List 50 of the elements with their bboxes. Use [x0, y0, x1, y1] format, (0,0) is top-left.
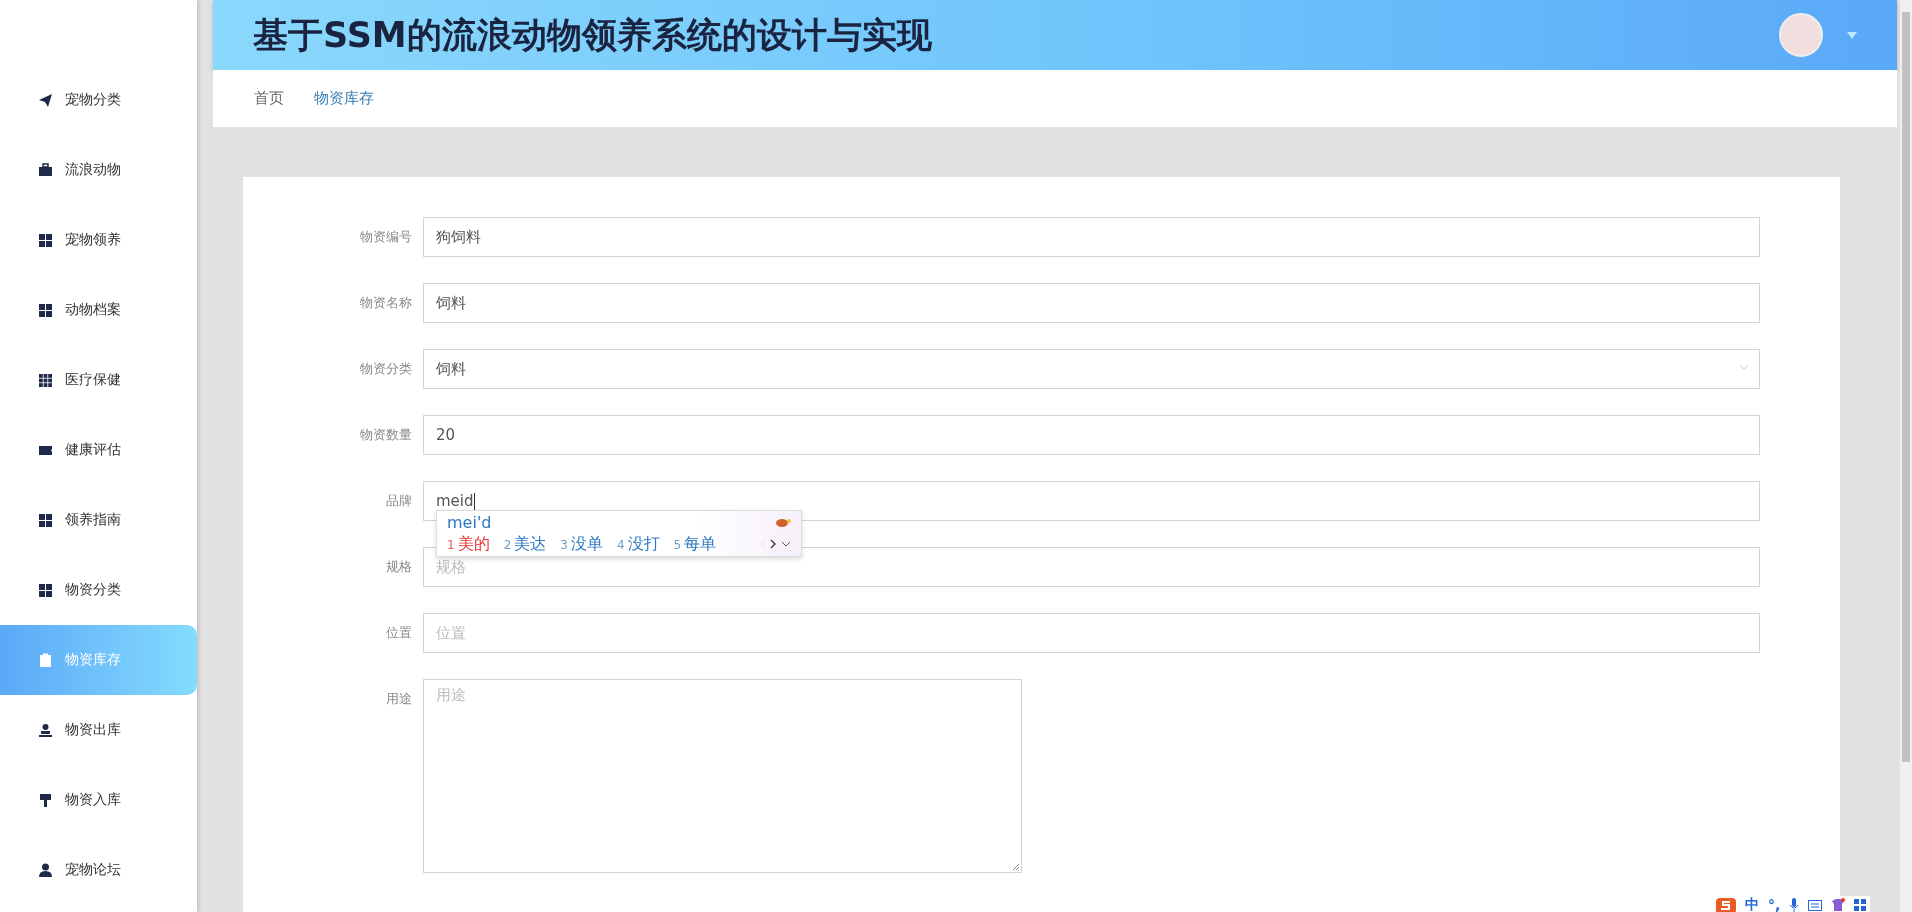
- chevron-icon: [1739, 364, 1749, 370]
- select-field[interactable]: 饲料: [423, 349, 1760, 389]
- field-label: 品牌: [385, 492, 413, 510]
- grid-icon: [38, 372, 53, 388]
- user-icon: [38, 862, 53, 878]
- scrollbar[interactable]: [1900, 0, 1912, 912]
- grid-icon: [38, 302, 53, 318]
- microphone-icon[interactable]: [1789, 898, 1800, 912]
- breadcrumb-link[interactable]: 物资库存: [314, 89, 374, 108]
- ime-mode[interactable]: 中: [1745, 896, 1759, 912]
- field-label: 物资编号: [359, 228, 413, 246]
- field-label: 位置: [385, 624, 413, 642]
- sidebar-item[interactable]: 宠物分类: [0, 65, 197, 135]
- next-page-icon[interactable]: [770, 539, 777, 549]
- keyboard-icon[interactable]: [1808, 899, 1823, 911]
- grid-icon: [38, 582, 53, 598]
- input-field[interactable]: 20: [423, 415, 1760, 455]
- sidebar-item[interactable]: 宠物论坛: [0, 835, 197, 905]
- plane-icon: [38, 92, 53, 108]
- field-label: 物资名称: [359, 294, 413, 312]
- apps-icon[interactable]: [1854, 899, 1867, 911]
- resize-grip-icon[interactable]: [1012, 863, 1020, 871]
- sidebar-item[interactable]: 医疗保健: [0, 345, 197, 415]
- grid-icon: [38, 232, 53, 248]
- breadcrumb-link[interactable]: 首页: [254, 89, 284, 108]
- ime-composition: mei'd: [447, 513, 492, 532]
- ime-logo-icon[interactable]: [1716, 896, 1736, 912]
- ime-punctuation[interactable]: °,: [1768, 897, 1781, 912]
- briefcase-icon: [38, 162, 53, 178]
- page-title: 基于SSM的流浪动物领养系统的设计与实现: [253, 13, 933, 57]
- sidebar-item[interactable]: 流浪动物: [0, 135, 197, 205]
- clipboard-icon: [38, 652, 53, 668]
- sidebar-item[interactable]: 物资入库: [0, 765, 197, 835]
- sidebar-item[interactable]: 宠物领养: [0, 205, 197, 275]
- sidebar-item[interactable]: 领养指南: [0, 485, 197, 555]
- sidebar-item[interactable]: 健康评估: [0, 415, 197, 485]
- expand-icon[interactable]: [781, 539, 791, 549]
- grid-icon: [38, 512, 53, 528]
- input-field[interactable]: 饲料: [423, 283, 1760, 323]
- sidebar-item[interactable]: 物资出库: [0, 695, 197, 765]
- field-label: 物资分类: [359, 360, 413, 378]
- sidebar-item[interactable]: 动物档案: [0, 275, 197, 345]
- shirt-icon[interactable]: [1831, 898, 1846, 912]
- roller-icon: [38, 792, 53, 808]
- field-label: 用途: [385, 690, 413, 708]
- sidebar-item[interactable]: 物资分类: [0, 555, 197, 625]
- field-label: 物资数量: [359, 426, 413, 444]
- field-label: 规格: [385, 558, 413, 576]
- input-field[interactable]: 狗饲料: [423, 217, 1760, 257]
- stamp-icon: [38, 722, 53, 738]
